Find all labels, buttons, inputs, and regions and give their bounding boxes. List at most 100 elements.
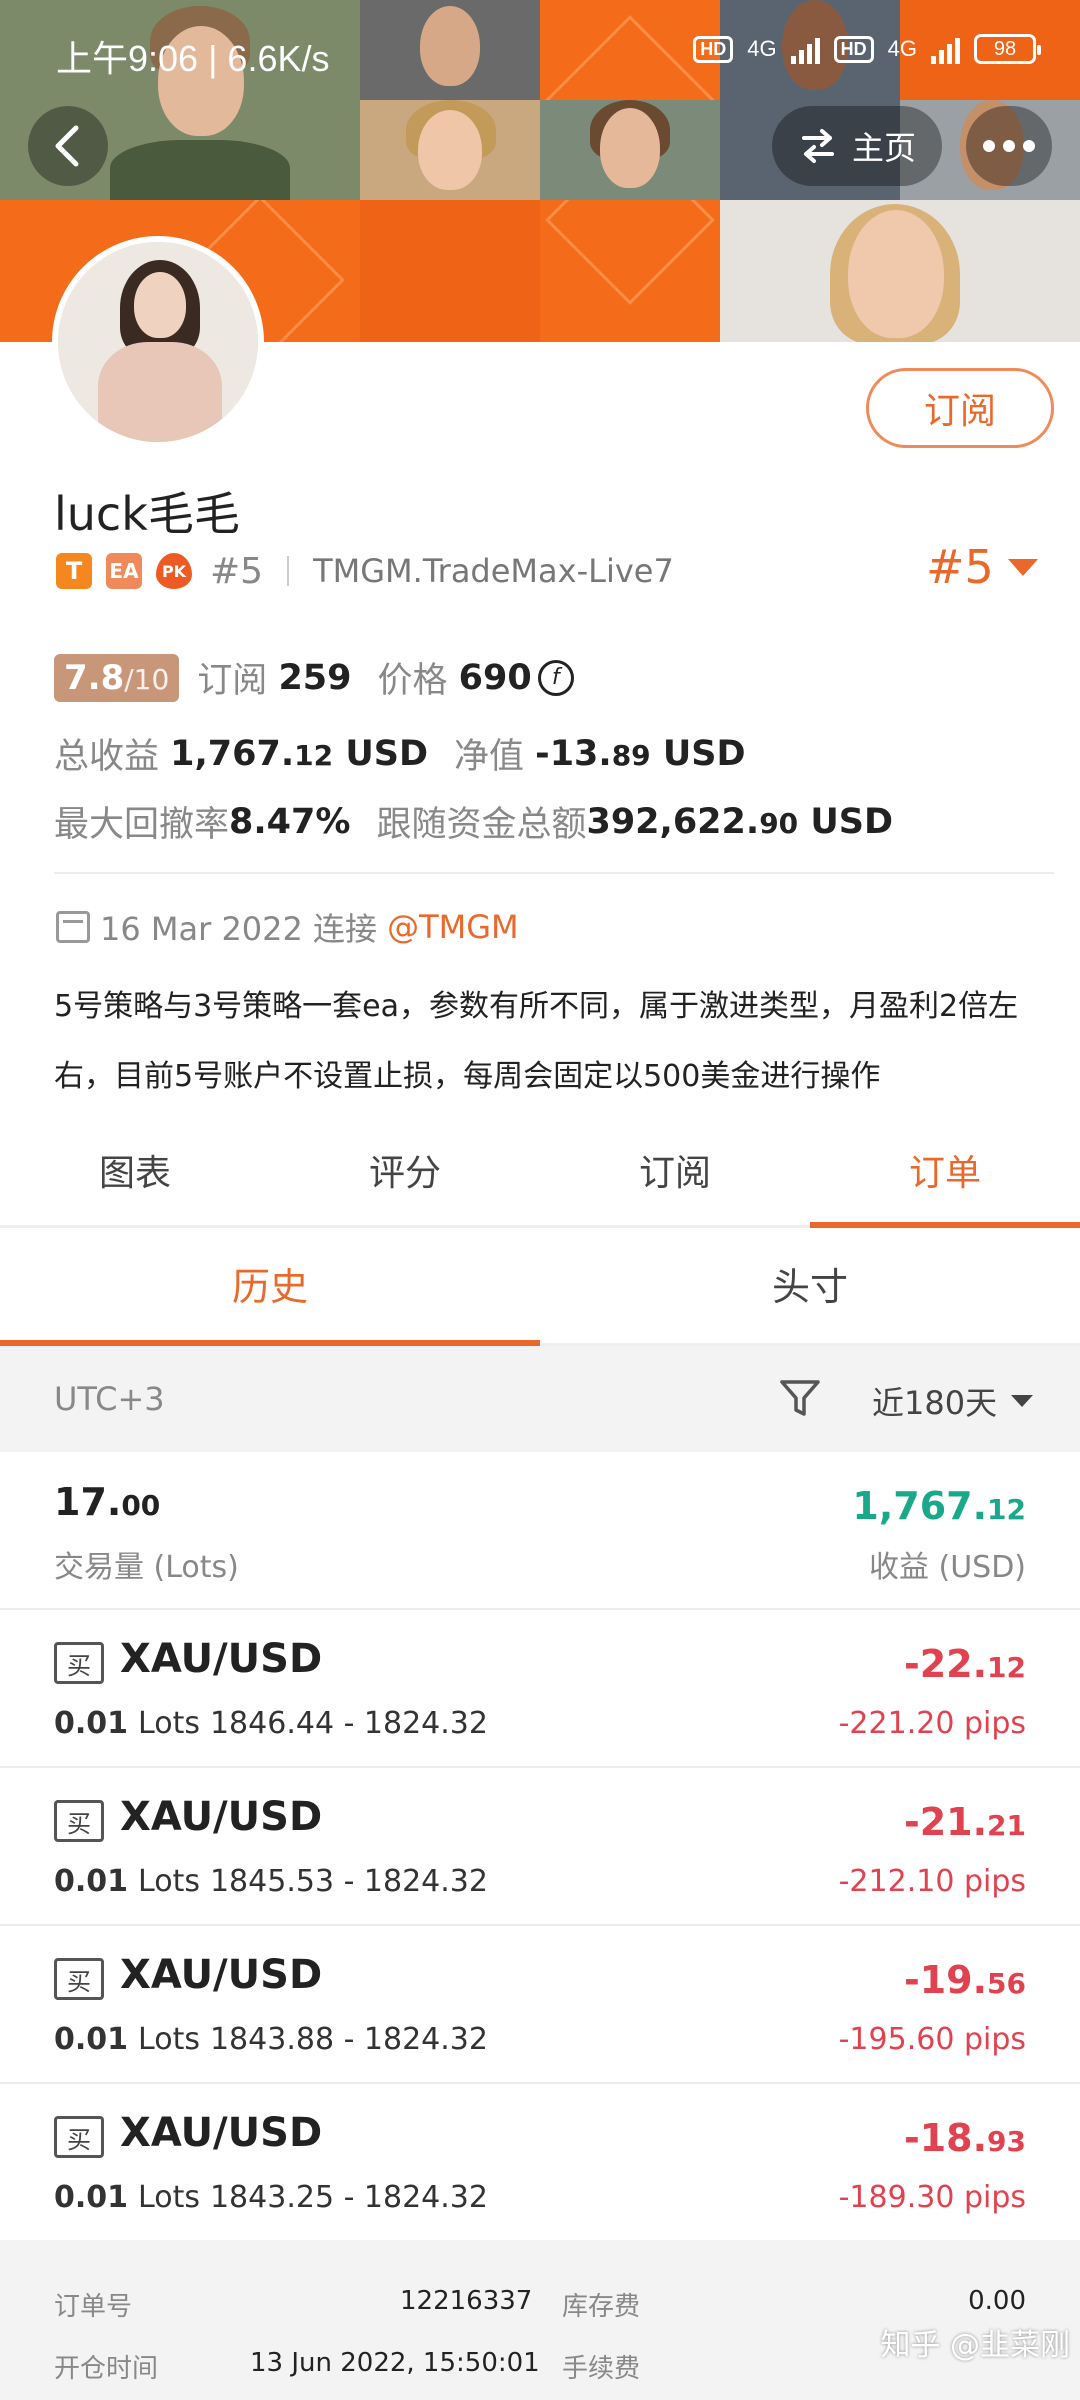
badge-ea-icon: EA	[106, 553, 142, 589]
order-no-value: 12216337	[400, 2286, 533, 2316]
rank-label: #5	[210, 550, 264, 592]
net-value: -13.89 USD	[535, 733, 746, 774]
date-range-dropdown[interactable]: 近180天	[872, 1378, 1034, 1424]
badge-t-icon: T	[56, 553, 92, 589]
filter-icon[interactable]	[778, 1376, 822, 1420]
subscriptions-label: 订阅	[197, 661, 268, 701]
banner-photo-5	[540, 100, 720, 200]
order-pips: -189.30 pips	[838, 2180, 1026, 2215]
buy-badge: 买	[54, 2116, 104, 2158]
order-symbol: XAU/USD	[120, 1636, 323, 1682]
network-type-1: 4G	[747, 36, 777, 61]
tab-orders[interactable]: 订单	[810, 1120, 1080, 1228]
divider	[287, 556, 290, 586]
banner-photo-woman	[720, 200, 1080, 342]
banner-photo-4	[360, 100, 540, 200]
status-bar: 上午9:06 | 6.6K/s HD 4G HD 4G 98	[0, 0, 1080, 100]
buy-badge: 买	[54, 1642, 104, 1684]
order-profit: -19.56	[903, 1958, 1026, 2002]
order-symbol: XAU/USD	[120, 1794, 323, 1840]
profit-row: 总收益 1,767.12 USD 净值 -13.89 USD	[54, 728, 746, 779]
hd-icon: HD	[693, 35, 734, 63]
score-row: 7.8/10 订阅 259 价格 690 f	[54, 652, 574, 703]
total-lots: 17.00	[54, 1480, 161, 1524]
more-button[interactable]	[966, 106, 1052, 186]
order-row[interactable]: 买 XAU/USD 0.01 Lots 1843.25 - 1824.32 -18.…	[0, 2084, 1080, 2242]
order-lots: 0.01 Lots 1843.25 - 1824.32	[54, 2180, 488, 2215]
order-profit: -22.12	[903, 1642, 1026, 1686]
tab-subscribe[interactable]: 订阅	[540, 1120, 810, 1225]
open-time-value: 13 Jun 2022, 15:50:01	[250, 2348, 540, 2378]
price-label: 价格	[377, 661, 448, 701]
total-profit: 1,767.12	[852, 1484, 1026, 1528]
avatar[interactable]	[52, 236, 264, 448]
trader-badges: T EA PK #5 TMGM.TradeMax-Live7	[56, 548, 674, 594]
order-lots: 0.01 Lots 1845.53 - 1824.32	[54, 1864, 488, 1899]
more-dot-icon	[983, 140, 995, 152]
order-row[interactable]: 买 XAU/USD 0.01 Lots 1846.44 - 1824.32 -22.…	[0, 1610, 1080, 1768]
banner-orange-tile-4	[360, 200, 540, 342]
order-no-label: 订单号	[54, 2292, 133, 2322]
fee-label: 手续费	[562, 2354, 641, 2384]
score-badge: 7.8/10	[54, 653, 180, 702]
swap-label: 库存费	[562, 2292, 641, 2322]
join-date: 16 Mar 2022 连接	[100, 910, 378, 948]
caret-down-icon	[1007, 558, 1038, 576]
chevron-left-icon	[55, 125, 79, 167]
rank-dropdown[interactable]: #5	[926, 540, 1038, 594]
order-profit: -21.21	[903, 1800, 1026, 1844]
strategy-description: 5号策略与3号策略一套ea，参数有所不同，属于激进类型，月盈利2倍左右，目前5号…	[54, 989, 1019, 1094]
network-type-2: 4G	[887, 36, 917, 61]
subtab-history[interactable]: 历史	[0, 1228, 540, 1346]
server-name: TMGM.TradeMax-Live7	[313, 552, 674, 590]
rank-dropdown-value: #5	[926, 540, 994, 594]
back-button[interactable]	[28, 106, 108, 186]
order-pips: -195.60 pips	[838, 2022, 1026, 2057]
orders-summary: 17.00 交易量 (Lots) 1,767.12 收益 (USD)	[0, 1452, 1080, 1610]
max-drawdown-value: 8.47%	[229, 801, 351, 842]
hd-icon-2: HD	[833, 35, 874, 63]
status-time: 上午9:06 | 6.6K/s	[56, 38, 330, 79]
follow-funds-value: 392,622.90 USD	[586, 801, 894, 842]
order-profit: -18.93	[903, 2116, 1026, 2160]
subscribe-button[interactable]: 订阅	[866, 368, 1054, 448]
home-button[interactable]: 主页	[772, 106, 942, 186]
swap-value: 0.00	[968, 2286, 1026, 2316]
caret-down-icon	[1011, 1395, 1034, 1407]
battery-icon: 98	[974, 34, 1041, 64]
switch-icon	[801, 129, 834, 163]
open-time-label: 开仓时间	[54, 2354, 159, 2384]
trader-name: luck毛毛	[54, 487, 240, 541]
banner-orange-tile-5	[540, 200, 720, 342]
calendar-icon	[56, 911, 90, 943]
order-row[interactable]: 买 XAU/USD 0.01 Lots 1845.53 - 1824.32 -21.…	[0, 1768, 1080, 1926]
buy-badge: 买	[54, 1800, 104, 1842]
join-info: 16 Mar 2022 连接 @TMGM	[56, 904, 519, 950]
total-profit-value: 1,767.12 USD	[170, 733, 429, 774]
order-lots: 0.01 Lots 1843.88 - 1824.32	[54, 2022, 488, 2057]
price-value: 690	[458, 657, 532, 698]
badge-pk-icon: PK	[156, 553, 192, 589]
subscriptions-count: 259	[278, 657, 352, 698]
divider	[54, 872, 1054, 874]
net-label: 净值	[454, 737, 525, 777]
filter-bar: UTC+3 近180天	[0, 1346, 1080, 1452]
main-tabs: 图表 评分 订阅 订单	[0, 1120, 1080, 1228]
signal-icon-2	[931, 34, 960, 64]
signal-icon	[790, 34, 820, 64]
max-drawdown-label: 最大回撤率	[54, 805, 230, 845]
total-lots-label: 交易量 (Lots)	[54, 1550, 239, 1585]
order-row[interactable]: 买 XAU/USD 0.01 Lots 1843.88 - 1824.32 -19.…	[0, 1926, 1080, 2084]
subtab-positions[interactable]: 头寸	[540, 1228, 1080, 1343]
order-subtabs: 历史 头寸	[0, 1228, 1080, 1346]
order-symbol: XAU/USD	[120, 1952, 323, 1998]
tab-chart[interactable]: 图表	[0, 1120, 270, 1225]
broker-link[interactable]: @TMGM	[387, 908, 519, 946]
total-profit-label: 总收益	[54, 737, 160, 777]
buy-badge: 买	[54, 1958, 104, 2000]
watermark: 知乎 @韭菜刚	[880, 2328, 1070, 2363]
order-pips: -221.20 pips	[838, 1706, 1026, 1741]
coin-icon: f	[537, 659, 574, 696]
drawdown-row: 最大回撤率 8.47% 跟随资金总额 392,622.90 USD	[54, 796, 893, 847]
tab-rating[interactable]: 评分	[270, 1120, 540, 1225]
